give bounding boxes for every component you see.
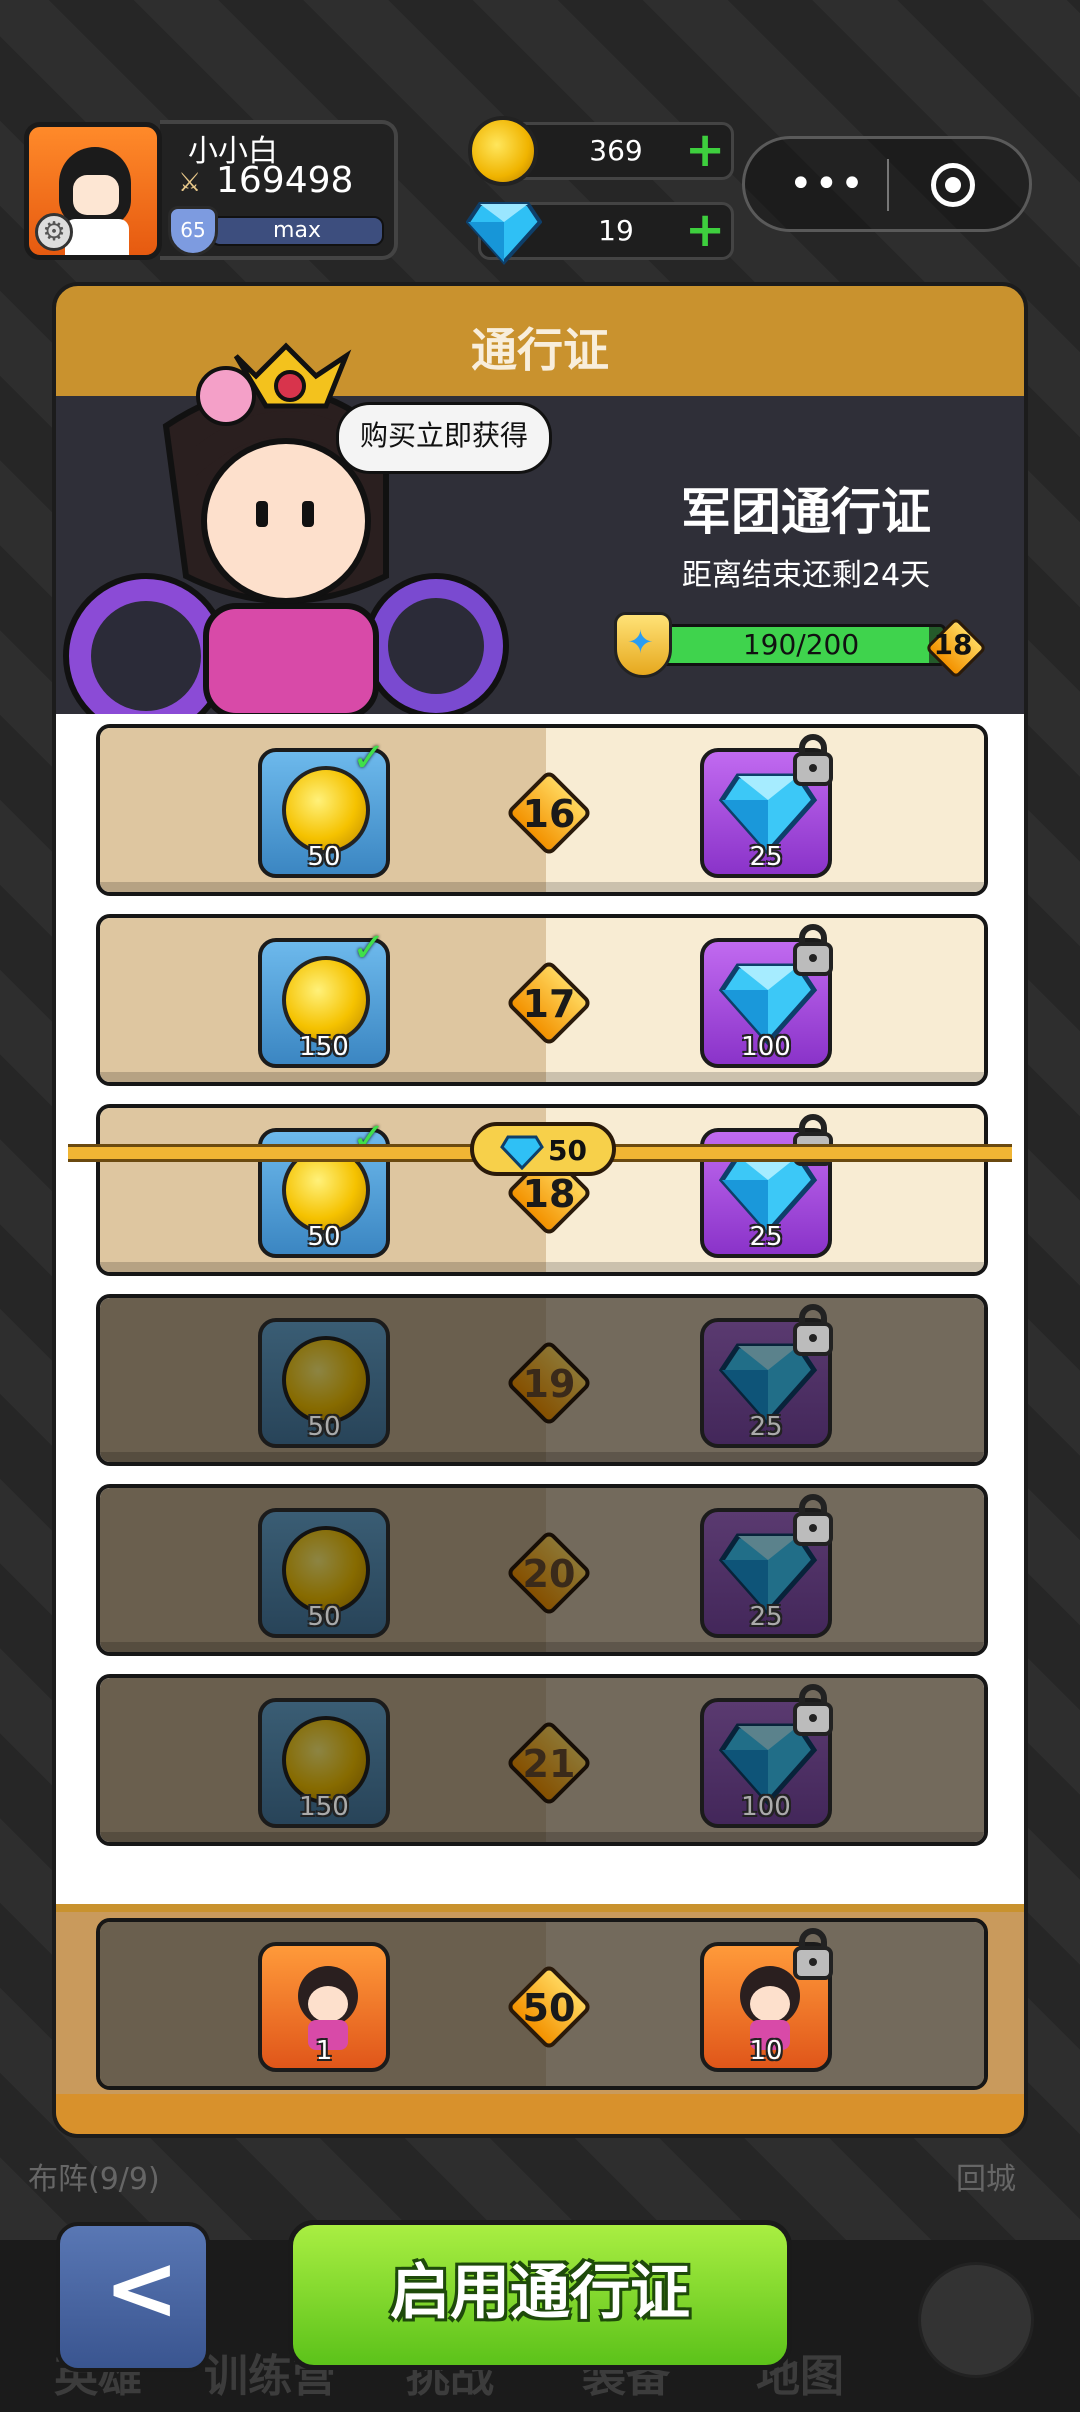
lock-icon [793, 1928, 833, 1980]
level-badge: 19 [504, 1338, 594, 1428]
exp-bar: max [210, 216, 384, 246]
gem-icon [466, 202, 542, 265]
settings-gear-icon[interactable]: ⚙ [35, 213, 73, 251]
hero-character-illustration [63, 342, 509, 716]
mini-program-capsule: ••• [742, 136, 1032, 232]
premium-reward-amount: 25 [749, 1412, 783, 1442]
player-level-badge: 65 [168, 206, 218, 256]
locked-feature-icon [918, 2262, 1034, 2378]
premium-reward-amount: 10 [749, 2036, 783, 2066]
free-reward-hero-shard[interactable]: 1 [258, 1942, 390, 2072]
level-badge: 16 [504, 768, 594, 858]
pass-name: 军团通行证 [681, 483, 931, 541]
add-gems-button[interactable]: + [685, 206, 725, 254]
premium-reward-amount: 25 [749, 1602, 783, 1632]
pass-level-badge: 18 [924, 616, 988, 680]
premium-reward-amount: 100 [741, 1792, 791, 1822]
free-reward-amount: 50 [307, 842, 341, 872]
pass-progress-bar: 190/200 [656, 624, 946, 666]
coin-icon [282, 1336, 370, 1424]
level-badge: 50 [504, 1962, 594, 2052]
free-reward-coins[interactable]: 150 [258, 1698, 390, 1828]
reward-row: 50 16 25 ✓ [96, 724, 988, 896]
add-coins-button[interactable]: + [685, 126, 725, 174]
level-badge: 21 [504, 1718, 594, 1808]
lock-icon [793, 924, 833, 976]
back-arrow-icon: < [104, 2236, 180, 2341]
coin-icon [282, 1716, 370, 1804]
gem-icon [500, 1135, 544, 1170]
reward-row: 50 19 25 [96, 1294, 988, 1466]
premium-reward-amount: 25 [749, 842, 783, 872]
power-icon: ⚔ [178, 168, 202, 198]
player-power: 169498 [216, 160, 354, 201]
lock-icon [793, 1494, 833, 1546]
free-reward-amount: 1 [315, 2036, 333, 2066]
avatar[interactable]: ⚙ [24, 122, 162, 260]
claimed-check-icon: ✓ [352, 735, 386, 781]
final-reward-row: 1 50 10 [96, 1918, 988, 2090]
lock-icon [793, 734, 833, 786]
premium-reward-amount: 25 [749, 1222, 783, 1252]
free-reward-amount: 50 [307, 1412, 341, 1442]
reward-row: 150 17 100 ✓ [96, 914, 988, 1086]
coin-icon [468, 116, 538, 186]
level-number: 16 [522, 792, 576, 836]
unlock-cost: 50 [548, 1134, 587, 1167]
level-number: 21 [522, 1742, 576, 1786]
free-reward-amount: 50 [307, 1602, 341, 1632]
unlock-cost-pill[interactable]: 50 [470, 1122, 616, 1176]
level-badge: 20 [504, 1528, 594, 1618]
free-reward-coins[interactable]: 50 [258, 1508, 390, 1638]
free-reward-amount: 50 [307, 1222, 341, 1252]
activate-pass-button[interactable]: 启用通行证 [288, 2220, 792, 2370]
level-number: 50 [522, 1986, 576, 2030]
panel-bottom-edge [56, 2094, 1024, 2134]
reward-row: 50 20 25 [96, 1484, 988, 1656]
free-reward-coins[interactable]: 50 [258, 1318, 390, 1448]
reward-row: 150 21 100 [96, 1674, 988, 1846]
claimed-check-icon: ✓ [352, 925, 386, 971]
level-badge: 17 [504, 958, 594, 1048]
pass-shield-icon [614, 612, 672, 678]
premium-reward-amount: 100 [741, 1032, 791, 1062]
coin-icon [282, 1526, 370, 1614]
speech-bubble: 购买立即获得 [336, 402, 552, 474]
pass-level-number: 18 [933, 628, 973, 661]
return-city-label: 回城 [956, 2162, 1016, 2197]
pass-remaining-time: 距离结束还剩24天 [681, 558, 931, 593]
coin-value: 369 [589, 134, 643, 167]
free-reward-amount: 150 [299, 1032, 349, 1062]
level-number: 20 [522, 1552, 576, 1596]
lock-icon [793, 1684, 833, 1736]
level-number: 17 [522, 982, 576, 1026]
close-target-icon[interactable] [931, 163, 975, 207]
reward-list[interactable]: 50 16 25 ✓ 150 17 100 ✓ 50 18 25 ✓ 50 19 25 50 20 25 150 21… [56, 714, 1024, 1904]
formation-label: 布阵(9/9) [28, 2162, 160, 2197]
lock-icon [793, 1304, 833, 1356]
gem-value: 19 [598, 214, 634, 247]
level-number: 18 [522, 1172, 576, 1216]
more-menu-button[interactable]: ••• [789, 161, 866, 207]
free-reward-amount: 150 [299, 1792, 349, 1822]
back-button[interactable]: < [56, 2222, 210, 2372]
battle-pass-panel: 通行证 购买立即获得 军团通行证 距离结束还剩24天 190/200 18 50… [52, 282, 1028, 2138]
level-number: 19 [522, 1362, 576, 1406]
